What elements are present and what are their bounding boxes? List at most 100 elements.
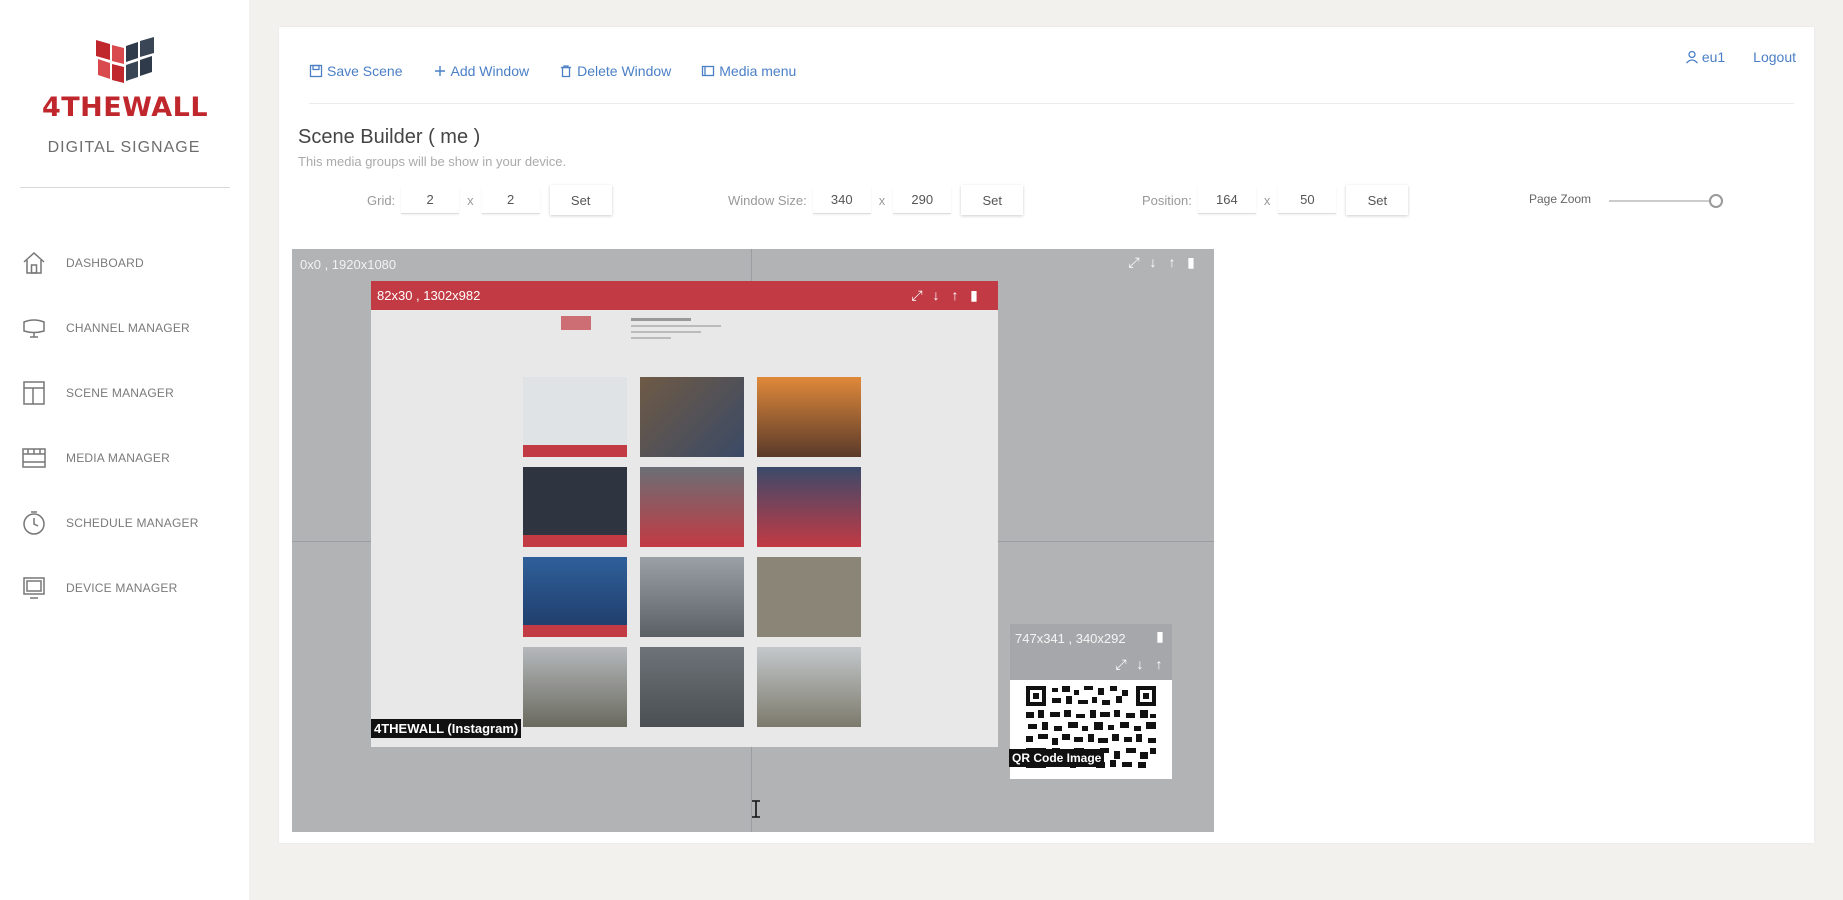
instagram-post	[757, 557, 861, 637]
sidebar-nav: DASHBOARD CHANNEL MANAGER SCENE MANAGER …	[20, 230, 235, 620]
sidebar-item-schedule-manager[interactable]: SCHEDULE MANAGER	[20, 490, 235, 555]
media-menu-label: Media menu	[719, 63, 797, 79]
position-separator: x	[1263, 192, 1271, 208]
scene-window-instagram[interactable]: 82x30 , 1302x982 ⤢ ↓ ↑ ▮ 4THEWALL (Insta…	[371, 281, 998, 747]
instagram-post	[523, 647, 627, 727]
grid-separator: x	[467, 192, 474, 208]
save-icon	[309, 64, 323, 78]
user-icon	[1685, 50, 1698, 64]
window-size-label: Window Size:	[728, 192, 807, 208]
expand-icon[interactable]: ⤢	[910, 287, 924, 304]
media-label: 4THEWALL (Instagram)	[371, 719, 522, 738]
scene-canvas[interactable]: 0x0 , 1920x1080 ⤢ ↓ ↑ ▮ 82x30 , 1302x982…	[292, 249, 1214, 832]
sidebar-item-label: DEVICE MANAGER	[66, 580, 178, 595]
clock-icon	[23, 510, 45, 535]
grid-x-input[interactable]	[401, 186, 460, 214]
delete-window-button[interactable]: Delete Window	[559, 63, 671, 79]
canvas-controls: ⤢ ↓ ↑ ▮	[1127, 254, 1198, 271]
page-zoom-slider[interactable]	[1609, 200, 1714, 202]
window-width-input[interactable]	[812, 186, 871, 214]
canvas-dimensions: 0x0 , 1920x1080	[300, 257, 397, 272]
window-size-control: Window Size: x Set	[728, 185, 1024, 215]
window-header[interactable]: 747x341 , 340x292 ▮ ⤢ ↓ ↑	[1010, 624, 1172, 680]
sidebar-item-label: DASHBOARD	[66, 255, 144, 270]
instagram-preview: 4THEWALL (Instagram)	[371, 310, 998, 747]
grid-set-button[interactable]: Set	[549, 185, 612, 215]
sidebar-item-dashboard[interactable]: DASHBOARD	[20, 230, 235, 295]
sidebar-item-device-manager[interactable]: DEVICE MANAGER	[20, 555, 235, 620]
logout-link[interactable]: Logout	[1753, 49, 1796, 65]
page-title: Scene Builder ( me )	[298, 126, 481, 148]
page-zoom-thumb[interactable]	[1709, 194, 1723, 208]
instagram-profile-header	[561, 316, 721, 339]
window-delete-control: ▮	[1153, 628, 1167, 645]
expand-icon[interactable]: ⤢	[1114, 656, 1128, 673]
trash-icon[interactable]: ▮	[1153, 628, 1167, 645]
add-window-button[interactable]: Add Window	[433, 63, 530, 79]
save-scene-button[interactable]: Save Scene	[309, 63, 403, 79]
user-link[interactable]: eu1	[1685, 49, 1725, 65]
window-header[interactable]: 82x30 , 1302x982 ⤢ ↓ ↑ ▮	[371, 281, 998, 310]
scene-controls: Grid: x Set Window Size: x Set Position:…	[279, 185, 1814, 219]
save-scene-label: Save Scene	[327, 63, 403, 79]
trash-icon[interactable]: ▮	[967, 287, 981, 304]
toolbar-divider	[309, 103, 1794, 104]
media-menu-button[interactable]: Media menu	[701, 63, 796, 79]
window-size-set-button[interactable]: Set	[961, 185, 1024, 215]
scene-builder-card: Save Scene Add Window Delete Window Medi…	[279, 27, 1814, 843]
monitor-icon	[23, 318, 45, 338]
instagram-post	[640, 377, 744, 457]
expand-icon[interactable]: ⤢	[1127, 254, 1141, 271]
logo-cube-icon	[96, 37, 154, 83]
brand-name: 4THEWALL	[41, 92, 209, 123]
sidebar-item-label: CHANNEL MANAGER	[66, 320, 190, 335]
instagram-post	[523, 377, 627, 457]
sidebar: 4THEWALL DIGITAL SIGNAGE DASHBOARD CHANN…	[0, 0, 249, 900]
sidebar-divider	[20, 187, 230, 188]
window-dimensions: 82x30 , 1302x982	[377, 288, 481, 303]
home-icon	[23, 251, 45, 274]
window-dimensions: 747x341 , 340x292	[1015, 631, 1126, 646]
sidebar-item-scene-manager[interactable]: SCENE MANAGER	[20, 360, 235, 425]
arrow-down-icon[interactable]: ↓	[929, 287, 943, 304]
window-size-separator: x	[878, 192, 886, 208]
sidebar-item-label: SCHEDULE MANAGER	[66, 515, 199, 530]
position-set-button[interactable]: Set	[1346, 185, 1409, 215]
grid-y-input[interactable]	[481, 186, 540, 214]
layout-icon	[23, 380, 45, 405]
window-height-input[interactable]	[893, 186, 952, 214]
instagram-post	[640, 557, 744, 637]
arrow-up-icon[interactable]: ↑	[948, 287, 962, 304]
arrow-up-icon[interactable]: ↑	[1165, 254, 1179, 271]
sidebar-item-label: SCENE MANAGER	[66, 385, 174, 400]
add-window-label: Add Window	[450, 63, 530, 79]
arrow-up-icon[interactable]: ↑	[1152, 656, 1166, 673]
scene-window-qr-code[interactable]: 747x341 , 340x292 ▮ ⤢ ↓ ↑ QR Code Image	[1009, 624, 1172, 779]
grid-control: Grid: x Set	[367, 185, 612, 215]
instagram-post	[757, 377, 861, 457]
toolbar: Save Scene Add Window Delete Window Medi…	[309, 63, 796, 79]
media-menu-icon	[702, 65, 715, 77]
instagram-post	[640, 467, 744, 547]
instagram-post	[757, 647, 861, 727]
arrow-down-icon[interactable]: ↓	[1133, 656, 1147, 673]
page-subtitle: This media groups will be show in your d…	[298, 154, 567, 169]
page-zoom-label: Page Zoom	[1529, 192, 1592, 206]
position-y-input[interactable]	[1278, 186, 1337, 214]
instagram-post	[640, 647, 744, 727]
window-controls: ⤢ ↓ ↑ ▮	[910, 287, 981, 304]
position-x-input[interactable]	[1197, 186, 1256, 214]
sidebar-item-media-manager[interactable]: MEDIA MANAGER	[20, 425, 235, 490]
position-control: Position: x Set	[1142, 185, 1409, 215]
arrow-down-icon[interactable]: ↓	[1146, 254, 1160, 271]
trash-icon[interactable]: ▮	[1184, 254, 1198, 271]
sidebar-item-channel-manager[interactable]: CHANNEL MANAGER	[20, 295, 235, 360]
instagram-post	[523, 467, 627, 547]
instagram-post	[757, 467, 861, 547]
window-controls: ⤢ ↓ ↑	[1114, 656, 1166, 673]
brand-logo[interactable]: 4THEWALL	[40, 34, 210, 124]
instagram-grid	[523, 377, 861, 727]
text-cursor-icon	[752, 800, 760, 818]
position-label: Position:	[1142, 192, 1192, 208]
grid-label: Grid:	[367, 192, 396, 208]
